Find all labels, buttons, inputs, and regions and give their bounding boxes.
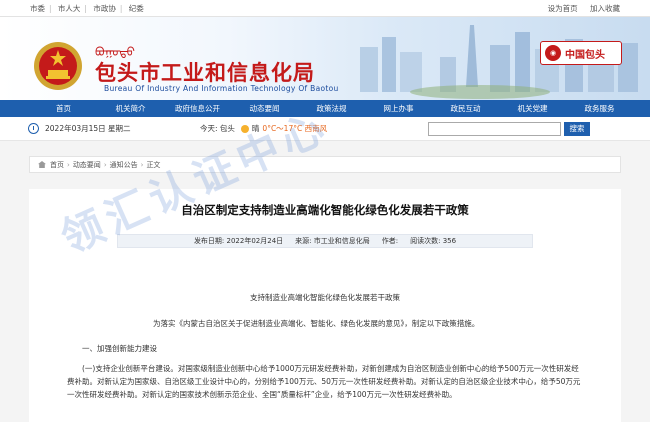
nav-policy[interactable]: 政策法规 xyxy=(298,103,365,114)
nav-gov-info[interactable]: 政府信息公开 xyxy=(164,103,231,114)
nav-interaction[interactable]: 政民互动 xyxy=(432,103,499,114)
chevron-right-icon: › xyxy=(140,160,144,169)
breadcrumb-news[interactable]: 动态要闻 xyxy=(73,160,101,170)
article-intro: 为落实《内蒙古自治区关于促进制造业高端化、智能化、绿色化发展的意见》，制定以下政… xyxy=(153,319,480,328)
seal-icon: ◉ xyxy=(545,45,561,61)
search-button[interactable]: 搜索 xyxy=(564,122,590,136)
add-favorite-link[interactable]: 加入收藏 xyxy=(590,4,620,13)
nav-home[interactable]: 首页 xyxy=(30,103,97,114)
article-source: 来源: 市工业和信息化局 xyxy=(295,237,370,245)
weather-condition: 晴 xyxy=(251,124,260,133)
chevron-right-icon: › xyxy=(103,160,107,169)
chevron-right-icon: › xyxy=(67,160,70,169)
breadcrumb: 首页 › 动态要闻 › 通知公告 › 正文 xyxy=(29,156,621,173)
badge-text: 中国包头 xyxy=(565,49,605,61)
nav-gov-service[interactable]: 政务服务 xyxy=(566,103,633,114)
link-shiwei[interactable]: 市委 xyxy=(30,4,45,13)
article-paragraph: (一)支持企业创新平台建设。对国家级制造业创新中心给予1000万元研发经费补助，… xyxy=(67,364,581,399)
clock-icon xyxy=(28,123,39,134)
section-heading: 一、加强创新能力建设 xyxy=(82,344,157,353)
info-row: 2022年03月15日 星期二 今天: 包头 晴 0°C～17°C 西南风 搜索 xyxy=(0,117,650,141)
article-meta: 发布日期: 2022年02月24日 来源: 市工业和信息化局 作者: 阅读次数:… xyxy=(117,234,533,248)
header-english-title: Bureau Of Industry And Information Techn… xyxy=(104,84,339,93)
link-jiwei[interactable]: 纪委 xyxy=(129,4,144,13)
link-shizhengxie[interactable]: 市政协 xyxy=(93,4,116,13)
top-links: 市委 | 市人大 | 市政协 | 纪委 xyxy=(30,3,144,13)
weather-widget: 今天: 包头 晴 0°C～17°C 西南风 xyxy=(200,123,327,134)
view-count: 阅读次数: 356 xyxy=(410,237,457,245)
publish-date: 发布日期: 2022年02月24日 xyxy=(193,237,284,245)
header-chinese-title: 包头市工业和信息化局 xyxy=(95,61,315,85)
breadcrumb-notices[interactable]: 通知公告 xyxy=(110,160,138,170)
article-subheading: 支持制造业高端化智能化绿色化发展若干政策 xyxy=(250,293,400,302)
breadcrumb-current: 正文 xyxy=(146,160,161,169)
sun-icon xyxy=(240,124,249,133)
article-author: 作者: xyxy=(381,237,399,245)
header-banner: ᠪᠤᠭᠤᠲᠤ 包头市工业和信息化局 Bureau Of Industry And… xyxy=(0,17,650,100)
current-date: 2022年03月15日 星期二 xyxy=(45,124,131,133)
weather-location: 今天: 包头 xyxy=(200,124,235,133)
nav-news[interactable]: 动态要闻 xyxy=(231,103,298,114)
search-input[interactable] xyxy=(428,122,561,136)
nav-online-service[interactable]: 网上办事 xyxy=(365,103,432,114)
nav-about[interactable]: 机关简介 xyxy=(97,103,164,114)
national-emblem-icon xyxy=(34,42,82,90)
nav-party[interactable]: 机关党建 xyxy=(499,103,566,114)
article-title: 自治区制定支持制造业高端化智能化绿色化发展若干政策 xyxy=(181,203,469,217)
top-utility-bar: 市委 | 市人大 | 市政协 | 纪委 设为首页 加入收藏 xyxy=(0,0,650,17)
breadcrumb-home[interactable]: 首页 xyxy=(50,160,64,170)
set-homepage-link[interactable]: 设为首页 xyxy=(548,4,578,13)
home-icon xyxy=(38,161,46,168)
link-shirenda[interactable]: 市人大 xyxy=(58,4,81,13)
china-baotou-badge[interactable]: ◉ 中国包头 xyxy=(540,41,622,65)
article-content: 自治区制定支持制造业高端化智能化绿色化发展若干政策 发布日期: 2022年02月… xyxy=(29,189,621,422)
weather-temperature: 0°C～17°C 西南风 xyxy=(262,124,328,133)
main-nav: 首页 机关简介 政府信息公开 动态要闻 政策法规 网上办事 政民互动 机关党建 … xyxy=(0,100,650,117)
